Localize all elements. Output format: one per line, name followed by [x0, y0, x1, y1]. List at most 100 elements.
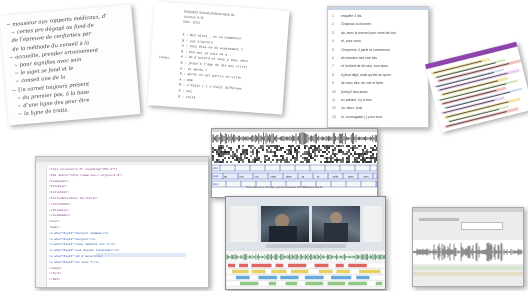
spectrogram-cell [240, 157, 242, 159]
elan-annotation[interactable] [236, 275, 250, 280]
spectrogram-cell [328, 145, 330, 147]
spectrogram-cell [256, 153, 258, 155]
elan-annotation[interactable] [240, 281, 259, 286]
audio-transcript-box[interactable] [461, 222, 503, 230]
spectrogram-cell [226, 153, 228, 155]
elan-annotation[interactable] [327, 281, 346, 286]
elan-annotation[interactable] [251, 269, 266, 274]
spectrogram-cell [246, 153, 248, 155]
elan-annotation[interactable] [271, 269, 287, 274]
line-number: 11 [332, 98, 336, 102]
spectrogram-cell [254, 147, 256, 149]
spectrogram-cell [290, 145, 292, 147]
spectrogram-cell [314, 145, 316, 147]
spectrogram-cell [238, 145, 240, 147]
spectrogram-cell [246, 151, 248, 153]
spectrogram-cell [266, 155, 268, 157]
spectrogram-cell [228, 151, 230, 153]
spectrogram-cell [268, 151, 270, 153]
spectrogram-cell [292, 157, 294, 159]
elan-annotation[interactable] [228, 263, 236, 268]
spectrogram-cell [260, 145, 262, 147]
elan-annotation[interactable] [336, 269, 350, 274]
spectrogram-cell [286, 161, 288, 163]
elan-annotation[interactable] [258, 275, 278, 280]
elan-annotation[interactable] [348, 281, 367, 286]
spectrogram-cell [280, 161, 282, 163]
spectrogram-cell [354, 151, 356, 153]
elan-annotation[interactable] [280, 275, 299, 280]
spectrogram-cell [216, 151, 218, 153]
spectrogram-cell [376, 149, 377, 151]
spectrogram-cell [366, 149, 368, 151]
spectrogram-cell [304, 153, 306, 155]
spectrogram-cell [332, 145, 334, 147]
elan-annotation[interactable] [268, 281, 277, 286]
spectrogram-cell [354, 147, 356, 149]
elan-annotation[interactable] [291, 269, 309, 274]
elan-annotation[interactable] [335, 263, 344, 268]
spectrogram-cell [336, 159, 338, 161]
elan-annotation[interactable] [275, 263, 284, 268]
spectrogram-cell [348, 161, 350, 163]
elan-annotation[interactable] [239, 263, 249, 268]
spectrogram-cell [366, 157, 368, 159]
elan-annotation[interactable] [251, 263, 272, 268]
spectrogram-cell [346, 157, 348, 159]
spectrogram-cell [270, 149, 272, 151]
elan-annotation[interactable] [375, 281, 383, 286]
elan-annotation[interactable] [314, 263, 329, 268]
spectrogram-cell [222, 153, 224, 155]
spectrogram-cell [348, 157, 350, 159]
elan-annotation[interactable] [331, 275, 352, 280]
elan-annotation[interactable] [285, 281, 298, 286]
spectrogram-cell [376, 147, 377, 149]
spectrogram-cell [332, 149, 334, 151]
spectrogram-cell [218, 155, 220, 157]
spectrogram-cell [240, 155, 242, 157]
spectrogram-cell [338, 149, 340, 151]
spectrogram-cell [246, 149, 248, 151]
spectrogram-cell [306, 161, 308, 163]
spectrogram-cell [324, 161, 326, 163]
spectrogram-cell [376, 155, 377, 157]
tier-row[interactable] [212, 164, 377, 172]
typed-line: A : oui [178, 88, 193, 94]
spectrogram-cell [342, 153, 344, 155]
spectrogram-cell [366, 151, 368, 153]
elan-annotation[interactable] [318, 269, 333, 274]
spectrogram-cell [218, 159, 220, 161]
spectrogram-cell [236, 157, 238, 159]
spectrogram-cell [370, 147, 372, 149]
elan-annotation[interactable] [356, 275, 370, 280]
xml-line: <u who="#spk1">ah d’accord</u> [49, 255, 104, 258]
player-controls[interactable] [266, 244, 346, 248]
spectrogram-cell [280, 147, 282, 149]
elan-annotation[interactable] [348, 263, 367, 268]
xml-line: <u who="#spk1">vous habitez ici ?</u> [49, 243, 116, 247]
spectrogram-cell [244, 157, 246, 159]
spectrogram-cell [256, 149, 258, 151]
spectrogram-cell [238, 159, 240, 161]
spectrogram-cell [274, 151, 276, 153]
spectrogram-cell [356, 153, 358, 155]
spectrogram-cell [322, 145, 324, 147]
tier-name: phon [213, 183, 219, 186]
elan-annotation[interactable] [359, 269, 381, 274]
spectrogram-cell [358, 161, 360, 163]
spectrogram-cell [296, 153, 298, 155]
spectrogram-cell [308, 155, 310, 157]
spectrogram-cell [216, 149, 218, 151]
spectrogram-cell [290, 147, 292, 149]
spectrogram-cell [362, 161, 364, 163]
elan-annotation[interactable] [305, 281, 324, 286]
elan-annotation[interactable] [232, 269, 249, 274]
spectrogram-cell [358, 155, 360, 157]
elan-tiers [226, 262, 385, 287]
elan-annotation[interactable] [287, 263, 307, 268]
elan-annotation[interactable] [304, 275, 324, 280]
spectrogram-cell [280, 149, 282, 151]
spectrogram-cell [222, 147, 224, 149]
spectrogram-cell [216, 159, 218, 161]
elan-side-panel [230, 206, 258, 242]
